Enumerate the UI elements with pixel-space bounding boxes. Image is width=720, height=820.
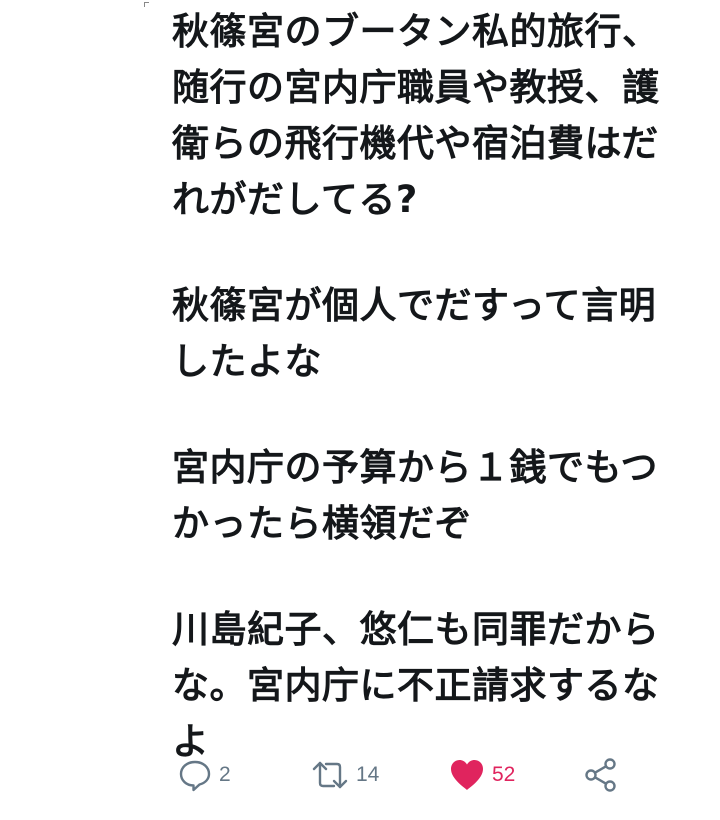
reply-icon — [177, 757, 213, 793]
corner-mark — [144, 2, 149, 7]
tweet: 秋篠宮のブータン私的旅行、 随行の宮内庁職員や教授、護 衛らの飛行機代や宿泊費は… — [0, 0, 720, 815]
tweet-paragraph-4: 川島紀子、悠仁も同罪だから な。宮内庁に不正請求するな よ — [172, 608, 660, 763]
like-count: 52 — [492, 763, 516, 786]
retweet-icon — [310, 757, 350, 793]
share-button[interactable] — [582, 752, 620, 798]
retweet-button[interactable]: 14 — [310, 752, 379, 798]
tweet-text: 秋篠宮のブータン私的旅行、 随行の宮内庁職員や教授、護 衛らの飛行機代や宿泊費は… — [172, 4, 712, 820]
reply-button[interactable]: 2 — [177, 752, 231, 798]
tweet-actions: 2 14 52 — [172, 752, 652, 798]
share-icon — [582, 757, 620, 793]
tweet-paragraph-3: 宮内庁の予算から１銭でもつ かったら横領だぞ — [172, 446, 659, 545]
reply-count: 2 — [219, 763, 231, 786]
tweet-paragraph-2: 秋篠宮が個人でだすって言明 したよな — [172, 284, 657, 383]
heart-icon — [448, 757, 486, 793]
like-button[interactable]: 52 — [448, 752, 515, 798]
retweet-count: 14 — [356, 763, 380, 786]
tweet-paragraph-1: 秋篠宮のブータン私的旅行、 随行の宮内庁職員や教授、護 衛らの飛行機代や宿泊費は… — [172, 10, 660, 221]
